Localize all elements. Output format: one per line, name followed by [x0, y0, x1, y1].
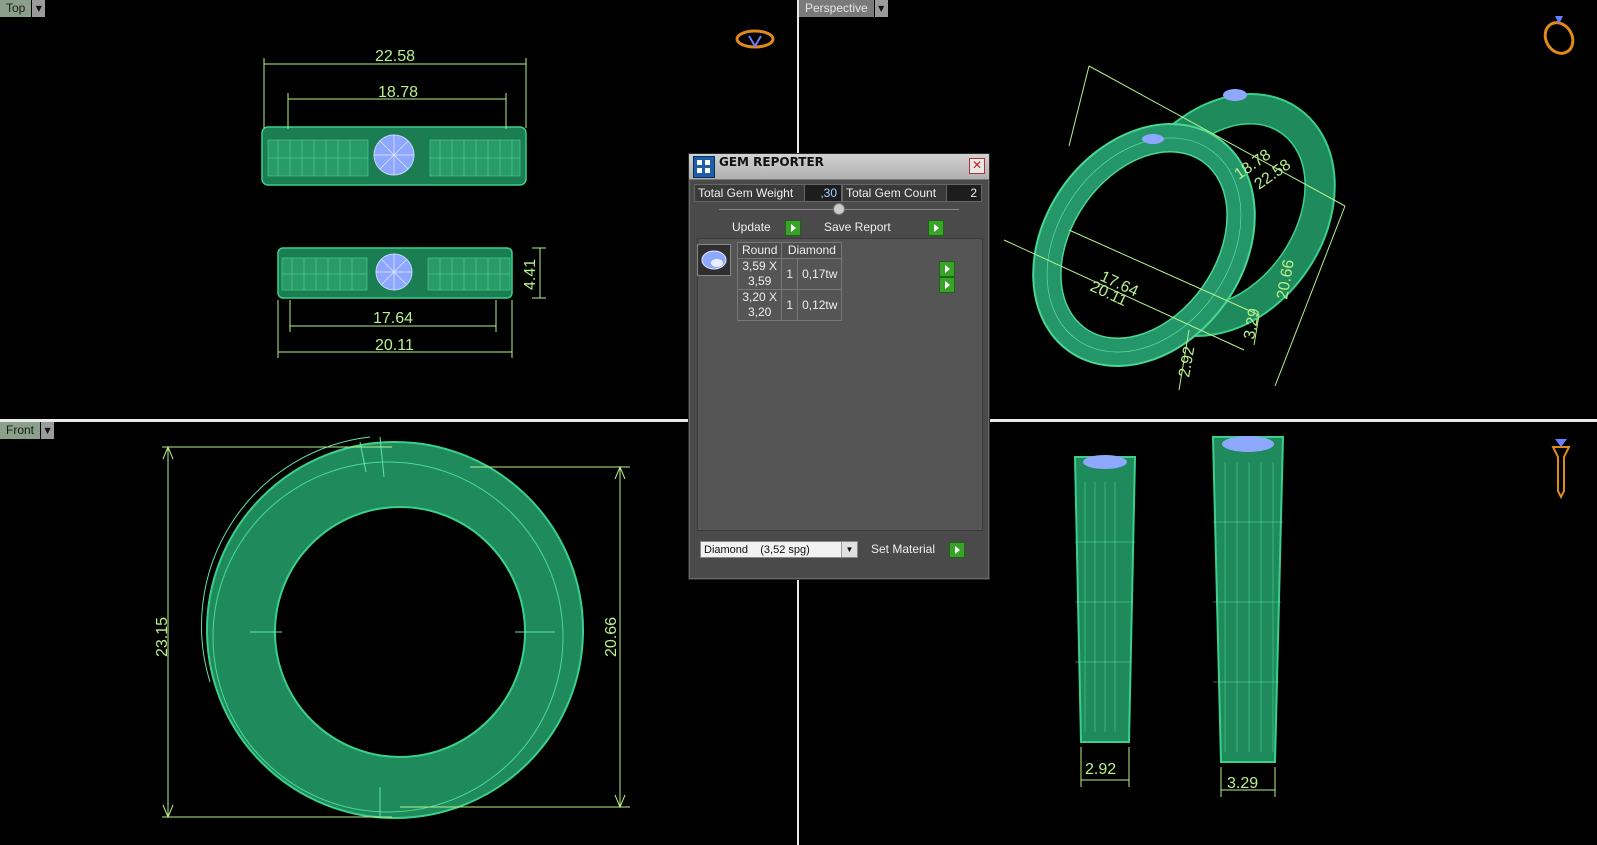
gem-reporter-logo-icon [693, 156, 715, 178]
gem-round-icon[interactable] [697, 244, 731, 276]
gem-2 [1142, 134, 1164, 144]
viewport-front-label[interactable]: Front ▼ [0, 422, 55, 439]
dim-front-height: 23.15 [154, 617, 171, 657]
table-row[interactable]: 3,59 X 3,59 1 0,17tw [736, 258, 843, 290]
dim-top-3: 4.41 [522, 259, 539, 290]
ring-front [200, 436, 584, 819]
viewport-front[interactable]: Front ▼ 23.15 20.66 [0, 422, 797, 845]
gem-weight: 0,17tw [797, 258, 843, 290]
front-view-drawing: 23.15 20.66 [154, 436, 630, 819]
gem-reporter-title: GEM REPORTER [719, 155, 824, 169]
ring-side-left [1073, 455, 1137, 743]
total-gem-count-value: 2 [946, 184, 982, 202]
dim-top-4: 17.64 [373, 310, 413, 327]
row-select-icon[interactable] [939, 277, 955, 293]
dim-top-2: 18.78 [378, 84, 418, 101]
chevron-down-icon[interactable]: ▼ [874, 0, 888, 17]
gem-reporter-panel[interactable]: GEM REPORTER ✕ Total Gem Weight ,30 Tota… [688, 153, 990, 580]
chevron-down-icon[interactable]: ▼ [32, 0, 46, 17]
viewport-top-label[interactable]: Top ▼ [0, 0, 46, 17]
top-view-drawing: 22.58 18.78 4.41 17.64 20.11 [261, 29, 775, 358]
view-cube-icon[interactable] [735, 29, 775, 49]
gem-table-header: Round Diamond [736, 242, 843, 259]
collapse-toggle-icon[interactable] [833, 203, 845, 215]
dim-side-left: 2.92 [1085, 761, 1116, 778]
viewport-top[interactable]: Top ▼ 22.58 18.78 4.41 17.64 20.11 [0, 0, 797, 419]
viewport-perspective-name[interactable]: Perspective [799, 0, 874, 17]
viewport-front-name[interactable]: Front [0, 422, 41, 439]
play-icon [785, 220, 801, 236]
gem-1 [1223, 89, 1247, 101]
gem-size: 3,59 X 3,59 [736, 258, 783, 290]
header-diamond: Diamond [781, 242, 843, 259]
gem-count: 1 [781, 289, 799, 321]
ring-side-right [1211, 436, 1285, 763]
total-gem-weight-label: Total Gem Weight [694, 184, 805, 202]
set-material-button[interactable]: Set Material [869, 541, 965, 558]
gem-table: Round Diamond 3,59 X 3,59 1 0,17tw 3,20 … [736, 242, 843, 321]
view-cube-icon[interactable] [1551, 439, 1571, 500]
ring-top-small [277, 247, 513, 299]
viewport-top-name[interactable]: Top [0, 0, 32, 17]
chevron-down-icon[interactable]: ▼ [841, 542, 857, 557]
set-material-button-label: Set Material [871, 542, 936, 556]
total-gem-count-label: Total Gem Count [842, 184, 947, 202]
dim-top-5: 20.11 [375, 337, 414, 354]
update-button[interactable]: Update [731, 219, 801, 236]
play-icon [928, 220, 944, 236]
gem-weight: 0,12tw [797, 289, 843, 321]
gem-reporter-titlebar[interactable]: GEM REPORTER ✕ [689, 154, 989, 180]
ring-top-large [261, 126, 527, 186]
gem-size: 3,20 X 3,20 [736, 289, 783, 321]
update-button-label: Update [732, 220, 771, 234]
save-report-button[interactable]: Save Report [822, 219, 944, 236]
dim-front-inner: 20.66 [603, 617, 620, 657]
table-row[interactable]: 3,20 X 3,20 1 0,12tw [736, 289, 843, 321]
material-select[interactable]: Diamond (3,52 spg) ▼ [700, 541, 858, 558]
material-select-value: Diamond (3,52 spg) [704, 544, 810, 556]
total-gem-weight-value: ,30 [804, 184, 842, 202]
view-cube-icon[interactable] [1540, 16, 1579, 58]
dim-persp-d: 2.92 [1176, 345, 1198, 379]
viewport-perspective-label[interactable]: Perspective ▼ [799, 0, 888, 17]
header-round: Round [736, 242, 783, 259]
dim-top-1: 22.58 [375, 48, 415, 65]
chevron-down-icon[interactable]: ▼ [41, 422, 55, 439]
play-icon [949, 542, 965, 558]
close-icon[interactable]: ✕ [969, 158, 985, 174]
gem-count: 1 [781, 258, 799, 290]
row-select-icon[interactable] [939, 261, 955, 277]
dim-side-right: 3.29 [1227, 775, 1258, 792]
save-report-button-label: Save Report [824, 220, 891, 234]
